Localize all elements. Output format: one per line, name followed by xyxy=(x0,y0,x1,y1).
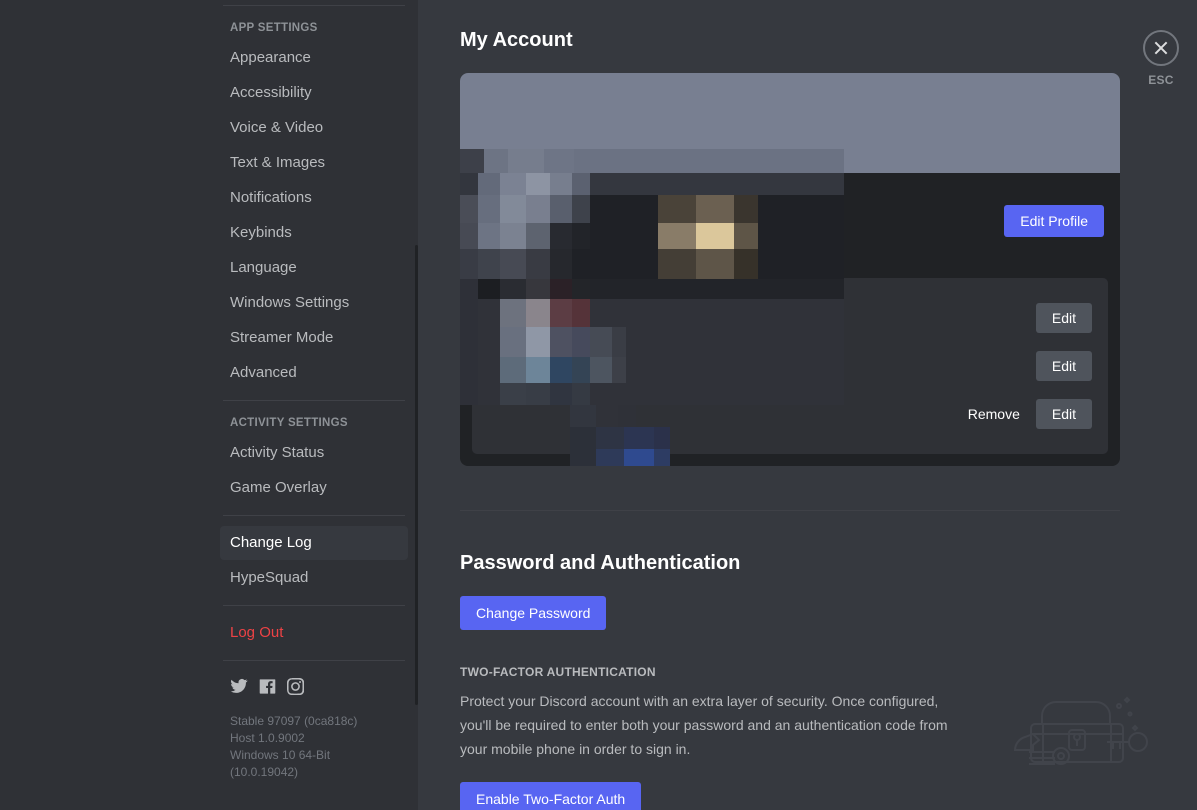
content-divider xyxy=(460,510,1120,511)
version-info: Stable 97097 (0ca818c) Host 1.0.9002 Win… xyxy=(220,695,408,781)
close-shortcut-label: ESC xyxy=(1148,73,1174,87)
account-card: Edit Profile Edit Edit Remove Edit xyxy=(460,73,1120,466)
sidebar-item-notifications[interactable]: Notifications xyxy=(220,181,408,215)
version-line-os: Windows 10 64-Bit (10.0.19042) xyxy=(230,748,331,779)
edit-field-button-1[interactable]: Edit xyxy=(1035,303,1092,333)
sidebar-item-hypesquad[interactable]: HypeSquad xyxy=(220,561,408,595)
sidebar-item-language[interactable]: Language xyxy=(220,251,408,285)
two-factor-description: Protect your Discord account with an ext… xyxy=(460,693,948,757)
sidebar-item-text-images[interactable]: Text & Images xyxy=(220,146,408,180)
sidebar-item-windows-settings[interactable]: Windows Settings xyxy=(220,286,408,320)
profile-banner xyxy=(460,73,1120,173)
account-field-row: Edit xyxy=(472,342,1108,390)
sidebar-section-header-activity-settings: ACTIVITY SETTINGS xyxy=(230,417,348,429)
version-line-stable: Stable 97097 (0ca818c) xyxy=(230,714,358,728)
instagram-icon[interactable] xyxy=(287,677,304,695)
settings-window: APP SETTINGS Appearance Accessibility Vo… xyxy=(0,0,1197,810)
remove-field-button[interactable]: Remove xyxy=(968,406,1036,422)
treasure-chest-illustration xyxy=(1013,696,1148,765)
facebook-icon[interactable] xyxy=(259,678,276,695)
enable-two-factor-auth-button[interactable]: Enable Two-Factor Auth xyxy=(460,782,642,810)
sidebar-item-change-log[interactable]: Change Log xyxy=(220,526,408,560)
sidebar-item-voice-video[interactable]: Voice & Video xyxy=(220,111,408,145)
left-gutter xyxy=(0,0,205,810)
sidebar-item-keybinds[interactable]: Keybinds xyxy=(220,216,408,250)
password-section-title: Password and Authentication xyxy=(460,552,741,574)
version-line-host: Host 1.0.9002 xyxy=(230,731,305,745)
edit-field-button-2[interactable]: Edit xyxy=(1035,351,1092,381)
social-links xyxy=(220,661,408,695)
sidebar-item-activity-status[interactable]: Activity Status xyxy=(220,436,408,470)
account-fields-panel: Edit Edit Remove Edit xyxy=(472,278,1108,454)
edit-profile-button[interactable]: Edit Profile xyxy=(1004,205,1104,237)
sidebar-item-accessibility[interactable]: Accessibility xyxy=(220,76,408,110)
settings-sidebar: APP SETTINGS Appearance Accessibility Vo… xyxy=(205,0,418,810)
account-field-row: Edit xyxy=(472,294,1108,342)
change-password-button[interactable]: Change Password xyxy=(460,596,607,630)
sidebar-section-header-app-settings: APP SETTINGS xyxy=(230,22,318,34)
sidebar-item-appearance[interactable]: Appearance xyxy=(220,41,408,75)
close-icon[interactable] xyxy=(1143,30,1179,66)
two-factor-subheading: TWO-FACTOR AUTHENTICATION xyxy=(460,665,656,679)
sidebar-item-streamer-mode[interactable]: Streamer Mode xyxy=(220,321,408,355)
sidebar-item-log-out[interactable]: Log Out xyxy=(220,616,408,650)
edit-field-button-3[interactable]: Edit xyxy=(1035,399,1092,429)
account-field-row: Remove Edit xyxy=(472,390,1108,438)
sidebar-item-game-overlay[interactable]: Game Overlay xyxy=(220,471,408,505)
twitter-icon[interactable] xyxy=(230,677,248,695)
page-title: My Account xyxy=(460,29,573,51)
settings-content: My Account Edit Profile Edit Edit Remove… xyxy=(418,0,1197,810)
account-card-header: Edit Profile xyxy=(460,173,1120,278)
close-settings-button[interactable]: ESC xyxy=(1135,30,1187,87)
sidebar-item-advanced[interactable]: Advanced xyxy=(220,356,408,390)
